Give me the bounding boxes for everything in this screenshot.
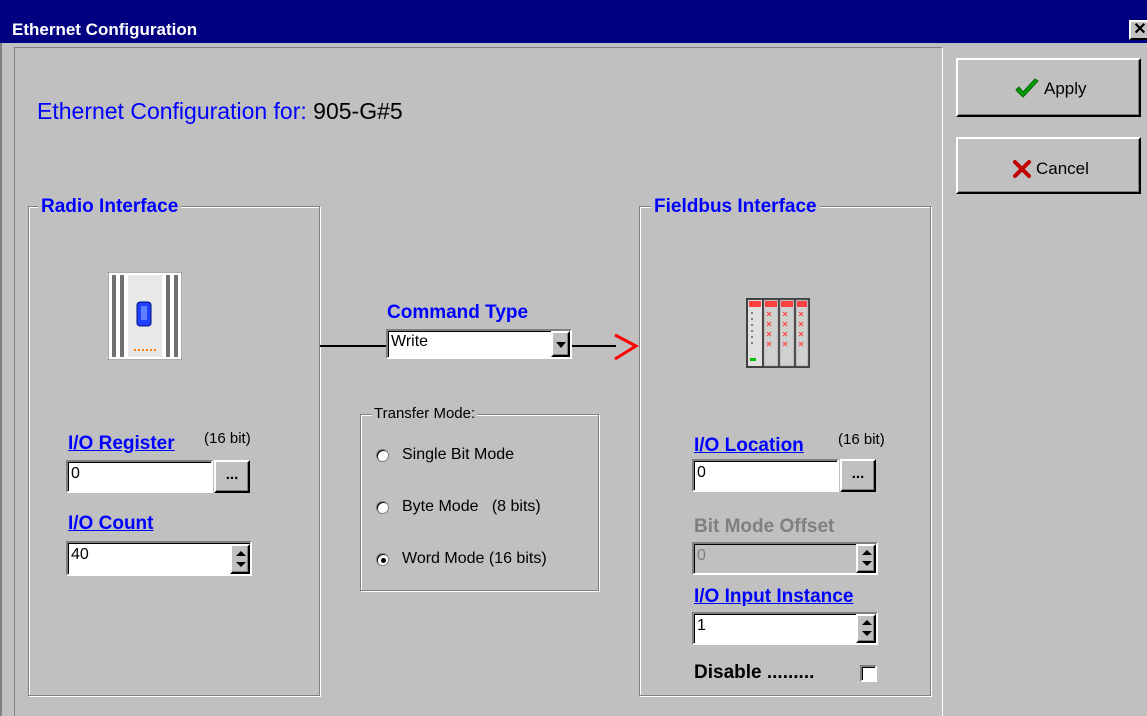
apply-label: Apply — [1044, 79, 1087, 98]
disable-checkbox[interactable] — [860, 665, 877, 682]
io-count-label: I/O Count — [68, 513, 154, 534]
io-register-label: I/O Register — [68, 433, 175, 454]
io-location-label: I/O Location — [694, 435, 804, 456]
disable-label: Disable ......... — [694, 662, 815, 683]
radio-byte-mode[interactable]: Byte Mode (8 bits) — [376, 497, 586, 519]
apply-button[interactable]: Apply — [956, 58, 1141, 117]
cancel-label: Cancel — [1036, 159, 1089, 178]
spin-up-icon — [862, 550, 872, 555]
bit-mode-offset-stepper: 0 — [692, 542, 878, 575]
bit-mode-offset-spin-button — [856, 544, 876, 573]
spin-down-icon — [236, 562, 246, 567]
x-icon — [1013, 160, 1031, 178]
connector-left-line — [320, 345, 386, 347]
spin-up-icon — [862, 620, 872, 625]
page-heading: Ethernet Configuration for: 905-G#5 — [37, 98, 403, 125]
bit-mode-offset-label: Bit Mode Offset — [694, 516, 835, 537]
radio-word-mode[interactable]: Word Mode (16 bits) — [376, 549, 586, 571]
radio-button[interactable] — [376, 449, 389, 462]
io-input-instance-label: I/O Input Instance — [694, 586, 854, 607]
command-type-dropdown-button[interactable] — [551, 331, 570, 357]
io-location-note: (16 bit) — [838, 431, 885, 448]
spin-up-icon — [236, 551, 246, 556]
radio-label: Byte Mode (8 bits) — [402, 498, 541, 515]
fieldbus-device-icon — [746, 298, 810, 368]
io-location-browse-button[interactable]: ... — [840, 459, 876, 492]
device-name: 905-G#5 — [313, 98, 403, 124]
cancel-button[interactable]: Cancel — [956, 137, 1141, 194]
close-button[interactable]: ✕ — [1129, 20, 1147, 40]
transfer-mode-title: Transfer Mode: — [372, 405, 478, 422]
io-location-input[interactable]: 0 — [692, 459, 839, 492]
io-count-stepper[interactable]: 40 — [66, 541, 252, 576]
close-icon: ✕ — [1133, 21, 1147, 38]
spin-down-icon — [862, 631, 872, 636]
command-type-label: Command Type — [387, 302, 529, 324]
radio-device-icon — [108, 272, 182, 360]
heading-prefix: Ethernet Configuration for: — [37, 98, 307, 124]
radio-label: Word Mode (16 bits) — [402, 550, 547, 567]
arrow-right-icon — [614, 333, 640, 361]
fieldbus-interface-title: Fieldbus Interface — [651, 196, 820, 218]
io-count-spin-button[interactable] — [230, 544, 250, 574]
chevron-down-icon — [556, 342, 566, 348]
io-input-instance-spin-button[interactable] — [856, 614, 876, 643]
io-register-browse-button[interactable]: ... — [214, 460, 250, 493]
radio-interface-title: Radio Interface — [38, 196, 182, 218]
connector-right-line — [572, 345, 616, 347]
spin-down-icon — [862, 561, 872, 566]
checkmark-icon — [1015, 78, 1039, 98]
io-input-instance-stepper[interactable]: 1 — [692, 612, 878, 645]
radio-button[interactable] — [376, 501, 389, 514]
window-title: Ethernet Configuration — [12, 20, 198, 39]
radio-label: Single Bit Mode — [402, 446, 515, 463]
radio-single-bit[interactable]: Single Bit Mode — [376, 445, 586, 467]
radio-selected-dot — [381, 558, 386, 563]
command-type-select[interactable]: Write — [386, 329, 572, 359]
io-register-note: (16 bit) — [204, 430, 251, 447]
io-register-input[interactable]: 0 — [66, 460, 213, 493]
radio-button[interactable] — [376, 553, 389, 566]
